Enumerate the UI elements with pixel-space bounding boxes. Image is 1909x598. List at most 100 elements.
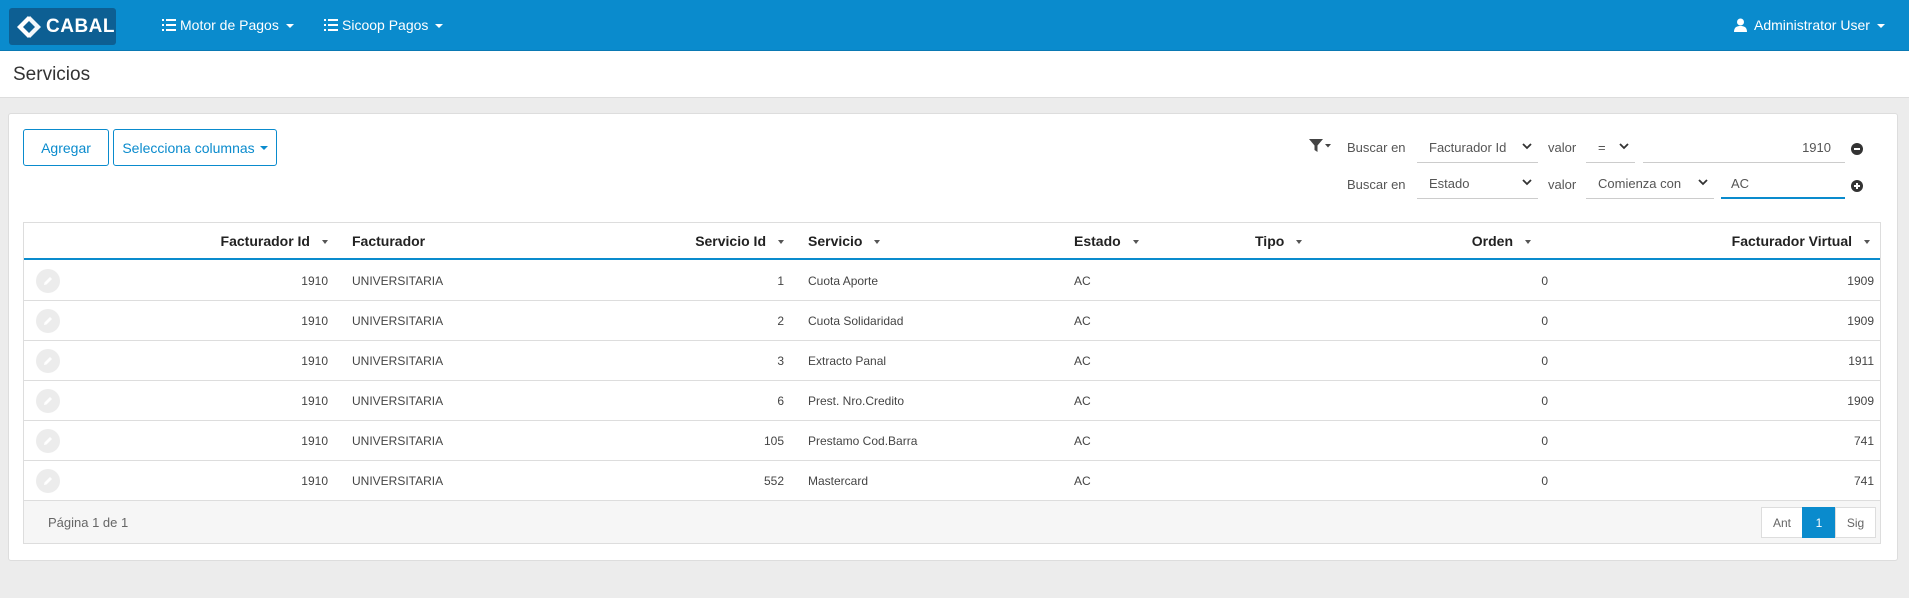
menu-motor-de-pagos[interactable]: Motor de Pagos — [162, 17, 294, 33]
filter-operator-value: = — [1598, 140, 1606, 155]
table-cell: 1910 — [301, 314, 328, 328]
edit-row-button[interactable] — [36, 269, 60, 293]
table-footer: Página 1 de 1 Ant 1 Sig — [24, 500, 1880, 543]
edit-row-button[interactable] — [36, 429, 60, 453]
table-row[interactable]: 1910 UNIVERSITARIA 2 Cuota Solidaridad AC 0 19… — [24, 301, 1880, 341]
table-cell: 3 — [777, 354, 784, 368]
table-cell: 741 — [1853, 474, 1874, 488]
cabal-logo-icon — [17, 15, 41, 38]
filter-value-label: valor — [1548, 140, 1577, 155]
pencil-icon — [44, 477, 52, 485]
user-menu[interactable]: Administrator User — [1734, 17, 1885, 33]
table-cell: AC — [1074, 354, 1091, 368]
select-columns-button[interactable]: Selecciona columnas — [113, 129, 277, 166]
add-button-label: Agregar — [41, 139, 91, 156]
top-navbar: CABAL Motor de Pagos Sicoop Pagos Admini… — [0, 0, 1909, 51]
list-icon — [324, 19, 338, 31]
table-row[interactable]: 1910 UNIVERSITARIA 3 Extracto Panal AC 0 1911 — [24, 341, 1880, 381]
pencil-icon — [44, 357, 52, 365]
filter-field-select[interactable]: Estado — [1417, 169, 1538, 199]
list-icon — [162, 19, 176, 31]
filter-operator-select[interactable]: Comienza con — [1586, 169, 1714, 199]
add-button[interactable]: Agregar — [23, 129, 109, 166]
filter-toggle[interactable] — [1309, 139, 1331, 156]
pencil-icon — [44, 277, 52, 285]
sort-caret-icon — [1525, 240, 1531, 245]
caret-down-icon — [1876, 23, 1885, 28]
table-cell: AC — [1074, 314, 1091, 328]
filter-value-input[interactable] — [1643, 133, 1845, 163]
table-cell: 552 — [763, 474, 784, 488]
sort-caret-icon — [1864, 240, 1870, 245]
table-cell: 1909 — [1847, 274, 1874, 288]
table-cell: UNIVERSITARIA — [352, 394, 444, 408]
caret-down-icon — [435, 23, 444, 28]
sort-caret-icon — [1296, 240, 1303, 245]
table-cell: 0 — [1541, 474, 1548, 488]
table-cell: Mastercard — [808, 474, 869, 488]
user-icon — [1734, 18, 1747, 32]
table-cell: 0 — [1541, 394, 1548, 408]
remove-filter-button[interactable] — [1851, 142, 1863, 158]
table-cell: 1909 — [1847, 394, 1874, 408]
column-header-orden[interactable]: Orden — [1472, 233, 1531, 249]
menu-sicoop-pagos[interactable]: Sicoop Pagos — [324, 17, 444, 33]
table-cell: 1910 — [301, 434, 328, 448]
page-title: Servicios — [13, 64, 91, 85]
column-header-facturador-virtual[interactable]: Facturador Virtual — [1732, 233, 1870, 249]
table-cell: 1911 — [1848, 354, 1874, 368]
caret-down-icon — [259, 145, 268, 150]
filter-operator-select[interactable]: = — [1586, 133, 1635, 163]
chevron-down-icon — [1619, 143, 1629, 150]
table-cell: UNIVERSITARIA — [352, 274, 444, 288]
services-table: Facturador Id Facturador Servicio Id Ser… — [23, 222, 1881, 544]
next-page-button[interactable]: Sig — [1835, 507, 1876, 538]
column-header-servicio-id[interactable]: Servicio Id — [695, 233, 784, 249]
prev-page-button[interactable]: Ant — [1761, 507, 1803, 538]
filter-operator-value: Comienza con — [1598, 176, 1682, 191]
page-1-button[interactable]: 1 — [1802, 507, 1836, 538]
filter-field-select[interactable]: Facturador Id — [1417, 133, 1538, 163]
column-header-facturador[interactable]: Facturador — [352, 233, 425, 249]
column-header-tipo[interactable]: Tipo — [1255, 233, 1303, 249]
table-cell: 1910 — [301, 354, 328, 368]
filter-search-in-label: Buscar en — [1347, 140, 1406, 155]
table-cell: 6 — [777, 394, 784, 408]
sort-caret-icon — [1132, 240, 1139, 245]
select-columns-label: Selecciona columnas — [122, 139, 255, 156]
table-row[interactable]: 1910 UNIVERSITARIA 6 Prest. Nro.Credito AC 0 1… — [24, 381, 1880, 421]
add-filter-button[interactable] — [1851, 179, 1863, 195]
table-cell: 105 — [763, 434, 784, 448]
table-cell: 0 — [1541, 354, 1548, 368]
filter-field-value: Estado — [1429, 176, 1470, 191]
minus-circle-icon — [1851, 143, 1863, 155]
pencil-icon — [44, 397, 52, 405]
edit-row-button[interactable] — [36, 389, 60, 413]
caret-down-icon — [285, 23, 294, 28]
edit-row-button[interactable] — [36, 309, 60, 333]
filter-value-input[interactable] — [1721, 169, 1845, 199]
column-header-estado[interactable]: Estado — [1074, 233, 1139, 249]
table-row[interactable]: 1910 UNIVERSITARIA 105 Prestamo Cod.Barra AC… — [24, 421, 1880, 461]
table-cell: Prest. Nro.Credito — [808, 394, 905, 408]
brand-name: CABAL — [46, 15, 115, 37]
chevron-down-icon — [1522, 179, 1532, 186]
table-cell: 2 — [777, 314, 784, 328]
plus-circle-icon — [1851, 180, 1863, 192]
column-header-servicio[interactable]: Servicio — [808, 233, 881, 249]
table-row[interactable]: 1910 UNIVERSITARIA 552 Mastercard AC 0 741 — [24, 461, 1880, 501]
column-header-facturador-id[interactable]: Facturador Id — [221, 233, 328, 249]
table-cell: AC — [1074, 434, 1091, 448]
user-name: Administrator User — [1754, 17, 1870, 33]
table-cell: 1910 — [301, 274, 328, 288]
pencil-icon — [44, 317, 52, 325]
table-header: Facturador Id Facturador Servicio Id Ser… — [24, 223, 1880, 260]
edit-row-button[interactable] — [36, 349, 60, 373]
table-cell: 1909 — [1847, 314, 1874, 328]
brand-logo[interactable]: CABAL — [9, 8, 116, 45]
filter-icon — [1309, 139, 1331, 152]
edit-row-button[interactable] — [36, 469, 60, 493]
table-row[interactable]: 1910 UNIVERSITARIA 1 Cuota Aporte AC 0 1909 — [24, 261, 1880, 301]
page-info: Página 1 de 1 — [48, 515, 129, 530]
table-cell: Cuota Aporte — [808, 274, 879, 288]
